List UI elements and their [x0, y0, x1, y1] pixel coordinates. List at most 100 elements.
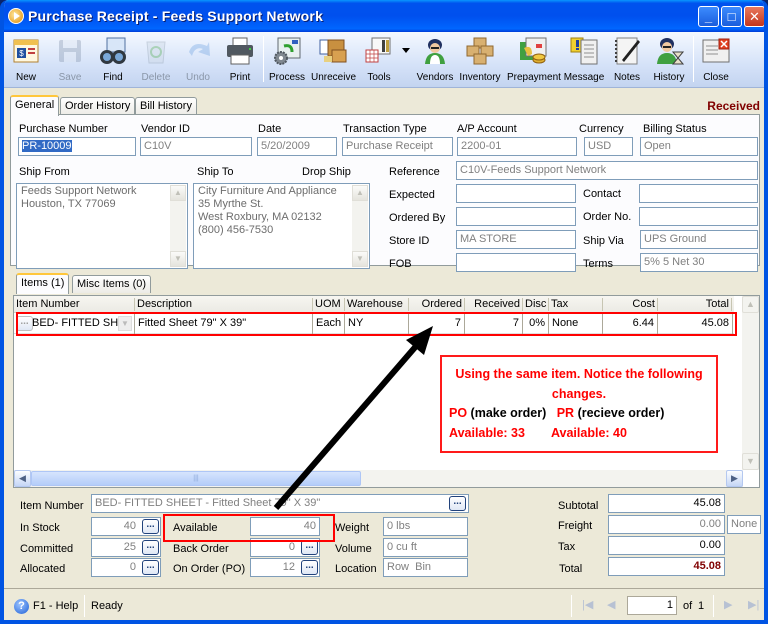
purchase-number-field[interactable]: PR-10009 [18, 137, 136, 156]
first-page-icon[interactable]: |◀ [582, 598, 593, 611]
tab-bill-history[interactable]: Bill History [135, 97, 197, 115]
ordered-by-label: Ordered By [389, 212, 446, 224]
column-header[interactable]: Description [135, 298, 313, 311]
scroll-up-icon[interactable]: ▲ [742, 296, 759, 313]
reference-field[interactable]: C10V-Feeds Support Network [456, 161, 758, 180]
column-header[interactable]: UOM [313, 298, 345, 311]
vendor-id-field[interactable]: C10V [140, 137, 252, 156]
help-label[interactable]: F1 - Help [33, 600, 78, 612]
print-button[interactable]: Print [222, 34, 258, 86]
tab-misc-items[interactable]: Misc Items (0) [72, 275, 152, 293]
scroll-left-icon[interactable]: ◀ [14, 470, 31, 487]
save-button[interactable]: Save [52, 34, 88, 86]
column-header[interactable]: Ordered [409, 298, 465, 311]
order-no-field[interactable] [639, 207, 758, 226]
committed-lookup-button[interactable]: ... [142, 540, 159, 555]
prepayment-button[interactable]: Prepayment [507, 34, 561, 86]
fob-field[interactable] [456, 253, 576, 272]
tab-general[interactable]: General [10, 95, 60, 116]
scroll-thumb[interactable]: ||| [31, 471, 361, 486]
allocated-lookup-button[interactable]: ... [142, 560, 159, 575]
scroll-up-icon[interactable]: ▲ [352, 185, 368, 201]
in-stock-lookup-button[interactable]: ... [142, 519, 159, 534]
column-header[interactable]: Warehouse [345, 298, 409, 311]
scroll-right-icon[interactable]: ▶ [726, 470, 743, 487]
ship-via-field[interactable]: UPS Ground [640, 230, 758, 249]
date-field[interactable]: 5/20/2009 [257, 137, 337, 156]
column-header[interactable]: Cost [603, 298, 658, 311]
note-line-2: changes. [551, 387, 607, 401]
tab-items[interactable]: Items (1) [16, 273, 70, 294]
previous-page-icon[interactable]: ◀ [607, 598, 615, 611]
expected-field[interactable] [456, 184, 576, 203]
ship-to-textarea[interactable]: City Furniture And Appliance 35 Myrthe S… [193, 183, 370, 269]
freight-label: Freight [558, 520, 593, 532]
new-button[interactable]: $ New [8, 34, 44, 86]
ship-from-textarea[interactable]: Feeds Support Network Houston, TX 77069 … [16, 183, 188, 269]
note-line-3: PO (make order) PR (recieve order) [449, 406, 665, 420]
close-window-button[interactable]: ✕ [744, 6, 764, 27]
subtotal-label: Subtotal [558, 500, 599, 512]
tools-dropdown-arrow[interactable] [402, 48, 410, 53]
grid-vertical-scrollbar[interactable]: ▲ ▼ [742, 296, 759, 470]
freight-field[interactable]: 0.00 [608, 515, 725, 534]
ship-to-label: Ship To [197, 166, 234, 178]
last-page-icon[interactable]: ▶| [748, 598, 759, 611]
store-id-field[interactable]: MA STORE [456, 230, 576, 249]
scroll-down-icon[interactable]: ▼ [742, 453, 759, 470]
volume-field[interactable]: 0 cu ft [383, 538, 468, 557]
back-order-lookup-button[interactable]: ... [301, 540, 318, 555]
ship-to-scrollbar[interactable]: ▲ ▼ [352, 185, 368, 267]
location-field[interactable]: Row Bin [383, 558, 468, 577]
annotation-note: Using the same item. Notice the followin… [440, 355, 718, 453]
minimize-button[interactable]: _ [698, 6, 719, 27]
ap-account-field[interactable]: 2200-01 [457, 137, 577, 156]
maximize-button[interactable]: □ [721, 6, 742, 27]
tab-order-history[interactable]: Order History [60, 97, 136, 115]
message-button[interactable]: Message [563, 34, 605, 86]
column-header[interactable]: Tax [549, 298, 603, 311]
transaction-type-field[interactable]: Purchase Receipt [342, 137, 453, 156]
process-button[interactable]: Process [267, 34, 307, 86]
vendors-button[interactable]: Vendors [416, 34, 454, 86]
column-header[interactable]: Received [465, 298, 523, 311]
grid-header: Item Number Description UOM Warehouse Or… [14, 296, 734, 313]
tools-button[interactable]: Tools [360, 34, 398, 86]
on-order-lookup-button[interactable]: ... [301, 560, 318, 575]
billing-status-label: Billing Status [643, 123, 707, 135]
history-button[interactable]: History [650, 34, 688, 86]
scroll-up-icon[interactable]: ▲ [170, 185, 186, 201]
undo-button[interactable]: Undo [180, 34, 216, 86]
ordered-by-field[interactable] [456, 207, 576, 226]
item-number-lookup-button[interactable]: ... [449, 496, 466, 511]
item-number-field[interactable]: BED- FITTED SHEET - Fitted Sheet 79" X 3… [91, 494, 469, 513]
freight-method-field[interactable]: None [727, 515, 761, 534]
weight-field[interactable]: 0 lbs [383, 517, 468, 536]
help-icon[interactable]: ? [14, 599, 29, 614]
general-panel: Purchase Number PR-10009 Vendor ID C10V … [10, 114, 760, 272]
inventory-button[interactable]: Inventory [459, 34, 501, 86]
column-header[interactable]: Total [658, 298, 732, 311]
close-button[interactable]: Close [698, 34, 734, 86]
drop-ship-label[interactable]: Drop Ship [302, 166, 351, 178]
title-bar[interactable]: Purchase Receipt - Feeds Support Network… [4, 0, 764, 32]
delete-button[interactable]: Delete [138, 34, 174, 86]
unreceive-button[interactable]: Unreceive [311, 34, 356, 86]
currency-field[interactable]: USD [584, 137, 633, 156]
next-page-icon[interactable]: ▶ [724, 598, 732, 611]
contact-field[interactable] [639, 184, 758, 203]
billing-status-field[interactable]: Open [640, 137, 758, 156]
ship-from-scrollbar[interactable]: ▲ ▼ [170, 185, 186, 267]
terms-field[interactable]: 5% 5 Net 30 [640, 253, 758, 272]
scroll-down-icon[interactable]: ▼ [170, 251, 186, 267]
scroll-down-icon[interactable]: ▼ [352, 251, 368, 267]
close-window-icon [702, 38, 730, 63]
column-header[interactable]: Item Number [14, 298, 135, 311]
page-number-field[interactable]: 1 [627, 596, 677, 615]
find-button[interactable]: Find [94, 34, 132, 86]
grid-horizontal-scrollbar[interactable]: ◀ ||| ▶ [14, 470, 743, 487]
column-header[interactable]: Disc [523, 298, 549, 311]
notes-button[interactable]: Notes [610, 34, 644, 86]
currency-label: Currency [579, 123, 624, 135]
close-icon: ✕ [749, 9, 760, 24]
